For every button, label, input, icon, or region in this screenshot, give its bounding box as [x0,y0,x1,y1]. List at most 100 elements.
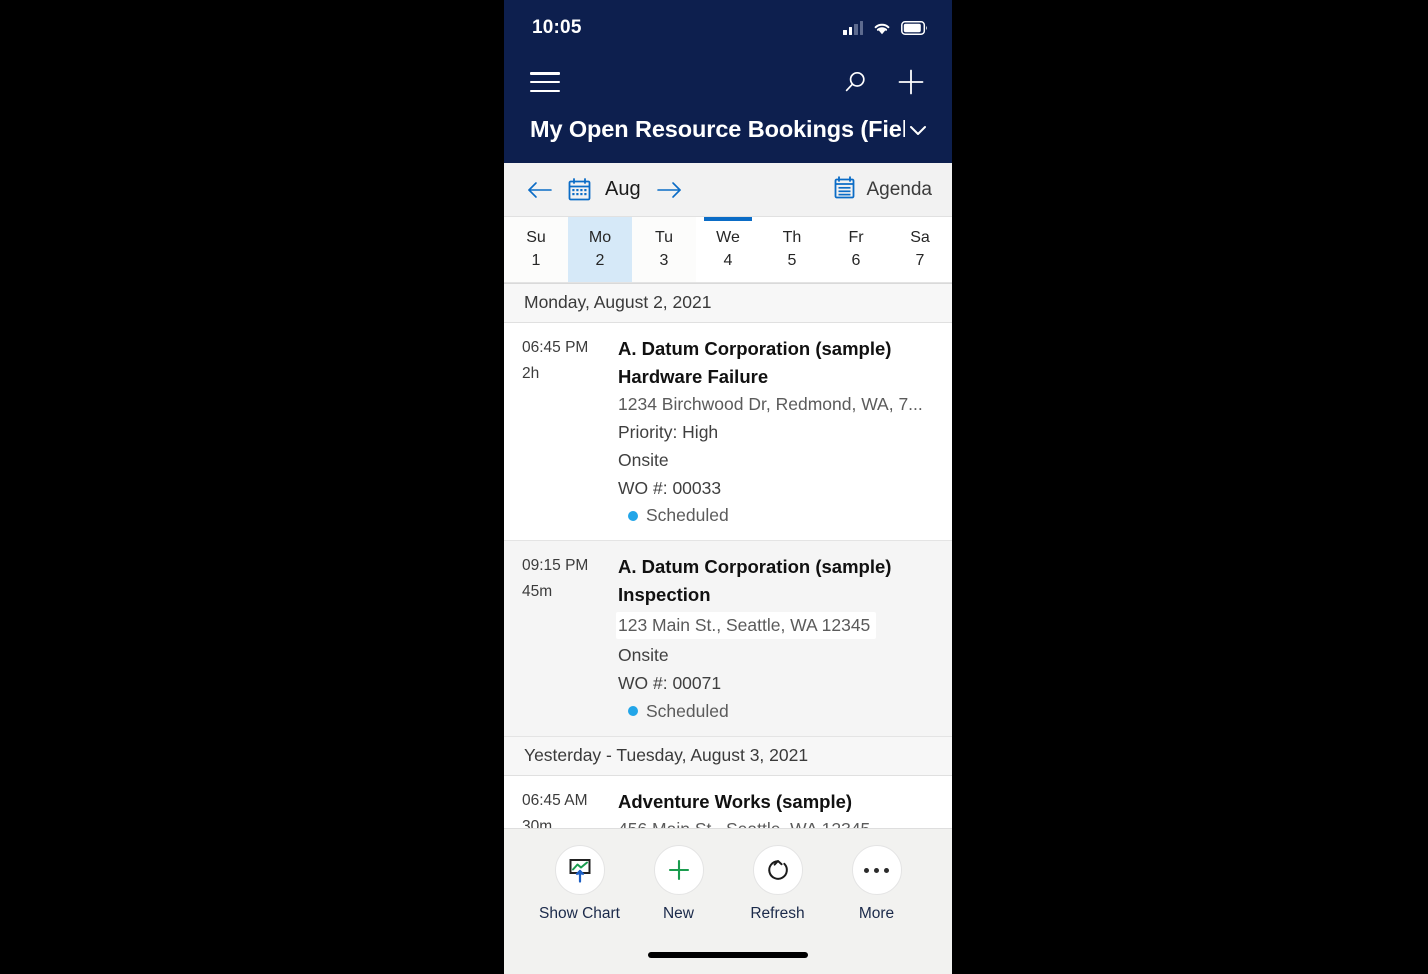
view-selector[interactable]: My Open Resource Bookings (Fiel... [504,108,952,143]
show-chart-icon [554,845,605,895]
booking-start-time: 06:45 AM [522,791,588,809]
command-more-button[interactable]: More [833,845,921,923]
today-indicator [703,217,753,221]
cellular-signal-icon [843,21,863,35]
agenda-date-header: Yesterday - Tuesday, August 3, 2021 [504,736,952,776]
phone-screen: 10:05 My Open Resource Bookings (Fiel...… [504,0,952,974]
day-number-label: 7 [915,252,925,269]
day-number-label: 3 [659,252,669,269]
refresh-icon [752,845,803,895]
day-of-week-label: Mo [588,229,612,246]
day-number-label: 1 [531,252,541,269]
status-label: Scheduled [646,700,729,721]
calendar-nav-bar: Aug Agenda [504,163,952,217]
day-strip: Su 1 Mo 2 Tu 3 We 4 Th 5 Fr 6 Sa 7 [504,217,952,283]
day-cell-mo[interactable]: Mo 2 [568,217,632,282]
booking-account-name: A. Datum Corporation (sample) [618,338,892,359]
screenshot-stage: 10:05 My Open Resource Bookings (Fiel...… [0,0,1428,974]
command-bar-row: Show Chart New Refresh More [504,829,952,923]
booking-left-gutter [504,337,522,526]
day-of-week-label: Su [526,229,546,246]
app-bar: My Open Resource Bookings (Fiel... [504,56,952,163]
arrow-left-icon[interactable] [526,179,554,201]
day-of-week-label: Sa [910,229,930,246]
command-refresh-button[interactable]: Refresh [734,845,822,923]
calendar-nav-left: Aug [526,178,683,201]
status-bar: 10:05 [504,0,952,56]
booking-work-location: Onsite [618,449,669,470]
status-badge: Scheduled [618,505,936,526]
booking-time-column: 06:45 AM 30m [522,790,604,828]
day-of-week-label: We [716,229,740,246]
command-label: Refresh [750,905,805,922]
booking-incident-type: Hardware Failure [618,366,769,388]
search-icon[interactable] [838,65,872,99]
booking-card[interactable]: 06:45 AM 30m Adventure Works (sample) 456 M… [504,775,952,828]
command-label: More [858,905,895,922]
status-badge: Scheduled [618,701,936,722]
day-of-week-label: Th [782,229,802,246]
booking-account-name: Adventure Works (sample) [618,790,853,812]
status-dot-icon [628,510,638,521]
app-bar-top-row [504,56,952,108]
day-cell-tu[interactable]: Tu 3 [632,217,696,282]
more-ellipsis-icon [851,845,902,895]
booking-priority: Priority: High [618,422,719,442]
calendar-icon[interactable] [568,178,591,201]
command-label: Show Chart [539,905,620,922]
booking-start-time: 06:45 PM [522,339,589,356]
day-number-label: 2 [595,252,605,269]
hamburger-menu-icon[interactable] [530,72,560,92]
command-new-button[interactable]: New [635,845,723,923]
command-label: New [662,905,694,922]
booking-left-gutter [504,790,522,828]
status-bar-clock: 10:05 [532,17,582,38]
agenda-view-label: Agenda [866,178,932,200]
status-bar-icons [843,21,928,36]
day-number-label: 5 [787,252,797,269]
booking-work-order: WO #: 00033 [618,477,722,498]
command-show-chart-button[interactable]: Show Chart [536,845,624,923]
agenda-date-header: Monday, August 2, 2021 [504,284,952,323]
booking-time-column: 09:15 PM 45m [522,555,604,722]
agenda-list[interactable]: Monday, August 2, 2021 06:45 PM 2h A. Datum… [504,283,952,828]
arrow-right-icon[interactable] [655,179,683,201]
battery-icon [901,21,928,35]
day-cell-su[interactable]: Su 1 [504,217,568,282]
home-indicator [648,952,808,958]
day-number-label: 4 [723,252,733,269]
booking-account-name: A. Datum Corporation (sample) [618,556,892,578]
command-bar: Show Chart New Refresh More [504,828,952,974]
day-of-week-label: Tu [654,229,674,246]
plus-icon[interactable] [894,65,928,99]
month-label: Aug [605,178,641,200]
agenda-view-icon [833,175,856,204]
day-of-week-label: Fr [848,229,864,246]
booking-duration: 45m [522,583,553,601]
booking-duration: 2h [522,365,540,382]
booking-details: A. Datum Corporation (sample) Hardware Fa… [604,337,936,526]
day-cell-fr[interactable]: Fr 6 [824,217,888,282]
booking-start-time: 09:15 PM [522,557,589,575]
plus-icon [653,845,704,895]
booking-card[interactable]: 09:15 PM 45m A. Datum Corporation (sample)… [504,541,952,737]
day-cell-we[interactable]: We 4 [696,217,760,282]
booking-address: 123 Main St., Seattle, WA 12345 [616,611,877,640]
agenda-view-button[interactable]: Agenda [833,175,932,204]
booking-card[interactable]: 06:45 PM 2h A. Datum Corporation (sample) H… [504,323,952,542]
booking-incident-type: Inspection [618,584,711,606]
day-cell-sa[interactable]: Sa 7 [888,217,952,282]
wifi-icon [874,23,890,34]
chevron-down-icon[interactable] [905,117,930,143]
booking-address: 1234 Birchwood Dr, Redmond, WA, 7... [618,394,923,415]
booking-duration: 30m [522,817,553,828]
booking-details: A. Datum Corporation (sample) Inspection 1… [604,555,936,722]
status-dot-icon [628,706,638,717]
status-label: Scheduled [646,505,729,526]
app-bar-actions [838,65,928,99]
booking-time-column: 06:45 PM 2h [522,337,604,526]
day-cell-th[interactable]: Th 5 [760,217,824,282]
booking-work-location: Onsite [618,645,669,666]
booking-address: 456 Main St., Seattle, WA 12345 [618,818,936,828]
booking-work-order: WO #: 00071 [618,673,722,693]
